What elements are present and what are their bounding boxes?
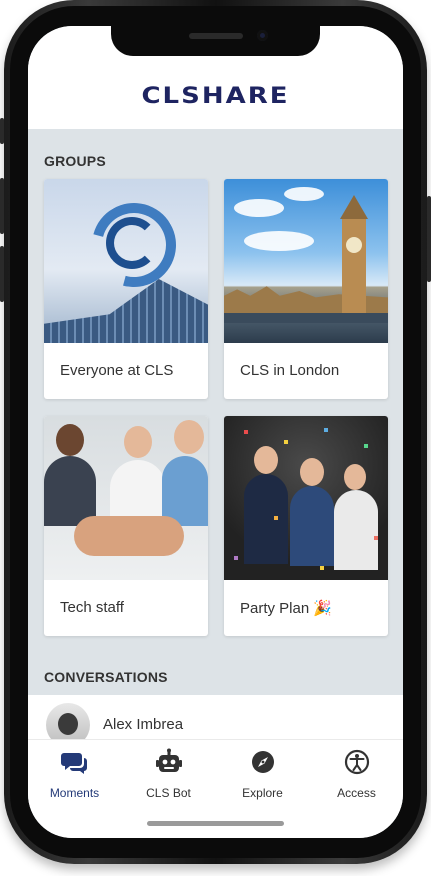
cls-logo-inner xyxy=(106,217,158,269)
cloud xyxy=(244,231,314,251)
groups-section-title: GROUPS xyxy=(44,153,106,169)
group-card-everyone[interactable]: Everyone at CLS xyxy=(44,179,208,399)
person-suit xyxy=(244,474,288,564)
confetti xyxy=(274,516,278,520)
person-shirt xyxy=(110,460,166,520)
group-card-party[interactable]: Party Plan 🎉 xyxy=(224,416,388,636)
confetti xyxy=(324,428,328,432)
home-indicator[interactable] xyxy=(147,821,284,826)
chat-bubbles-icon xyxy=(60,753,87,774)
group-image-party xyxy=(224,416,388,580)
volume-down-button-2 xyxy=(0,246,4,302)
tab-label: CLS Bot xyxy=(146,786,191,800)
person-shirt xyxy=(162,456,208,526)
app-screen: CLSHARE GROUPS Everyone at CLS CLS in Lo… xyxy=(28,26,403,838)
group-image-tech xyxy=(44,416,208,580)
notch xyxy=(111,26,320,56)
cloud xyxy=(234,199,284,217)
confetti xyxy=(374,536,378,540)
person-suit xyxy=(44,456,96,526)
person-suit xyxy=(290,486,334,566)
office-building xyxy=(44,279,208,343)
group-card-label: Tech staff xyxy=(60,599,124,616)
power-button xyxy=(427,196,431,282)
group-image-london xyxy=(224,179,388,343)
tab-access[interactable]: Access xyxy=(310,748,403,800)
confetti xyxy=(320,566,324,570)
bridge xyxy=(224,313,388,323)
tab-explore[interactable]: Explore xyxy=(216,748,309,800)
stacked-hands xyxy=(74,516,184,556)
app-logo: CLSHARE xyxy=(141,83,290,109)
group-card-label: Party Plan 🎉 xyxy=(240,600,333,617)
person-head xyxy=(300,458,324,486)
person-head xyxy=(174,420,204,454)
person-head xyxy=(254,446,278,474)
compass-icon xyxy=(251,751,274,773)
confetti xyxy=(234,556,238,560)
confetti xyxy=(284,440,288,444)
group-card-label: CLS in London xyxy=(240,362,340,379)
tab-label: Access xyxy=(337,786,376,800)
person-head xyxy=(344,464,366,490)
clock-face xyxy=(346,237,362,253)
robot-icon xyxy=(155,748,182,772)
volume-down-button xyxy=(0,178,4,234)
front-camera xyxy=(257,30,268,41)
group-image-everyone xyxy=(44,179,208,343)
confetti xyxy=(244,430,248,434)
conversation-name: Alex Imbrea xyxy=(103,716,184,733)
tab-cls-bot[interactable]: CLS Bot xyxy=(122,748,215,800)
group-card-london[interactable]: CLS in London xyxy=(224,179,388,399)
person-head xyxy=(56,424,84,456)
confetti xyxy=(364,444,368,448)
tab-bar: Moments CLS Bot Explore Access xyxy=(28,739,403,838)
group-card-label: Everyone at CLS xyxy=(60,362,174,379)
accessibility-icon xyxy=(344,749,369,775)
cloud xyxy=(284,187,324,201)
person-head xyxy=(124,426,152,458)
speaker-grille xyxy=(189,33,243,39)
group-card-tech[interactable]: Tech staff xyxy=(44,416,208,636)
tab-label: Moments xyxy=(49,786,100,800)
person-shirt xyxy=(334,490,378,570)
tab-label: Explore xyxy=(242,786,283,800)
volume-up-button xyxy=(0,118,4,144)
tab-moments[interactable]: Moments xyxy=(28,748,121,800)
big-ben-tower xyxy=(340,195,368,315)
conversations-section-title: CONVERSATIONS xyxy=(44,669,168,685)
